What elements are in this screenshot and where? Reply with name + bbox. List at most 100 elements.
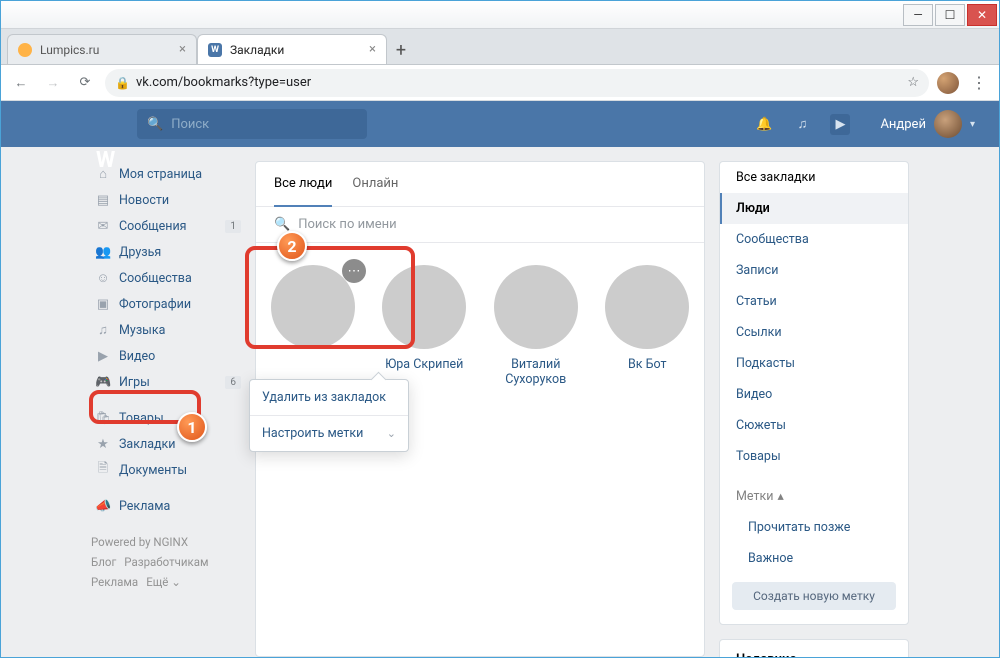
remove-from-bookmarks-item[interactable]: Удалить из закладок — [250, 380, 408, 415]
chevron-down-icon: ▾ — [970, 119, 975, 130]
vk-search-input[interactable]: 🔍 Поиск — [137, 109, 367, 139]
music-nav-icon: ♫ — [95, 322, 111, 338]
chevron-up-icon: ▴ — [777, 488, 783, 504]
new-tab-button[interactable]: + — [387, 36, 415, 64]
vk-user-menu[interactable]: Андрей ▾ — [880, 110, 975, 138]
reload-button[interactable]: ⟳ — [73, 71, 97, 95]
games-icon: 🎮 — [95, 375, 111, 390]
configure-tags-item[interactable]: Настроить метки⌄ — [250, 415, 408, 451]
username: Андрей — [880, 117, 926, 132]
filter-people[interactable]: Люди — [720, 193, 908, 224]
browser-tabstrip: Lumpics.ru × W Закладки × + — [1, 29, 999, 65]
filter-articles[interactable]: Статьи — [720, 286, 908, 317]
forward-button[interactable]: → — [41, 71, 65, 95]
sidebar-label: Документы — [119, 463, 187, 478]
browser-tab[interactable]: Lumpics.ru × — [7, 34, 197, 64]
address-bar[interactable]: 🔒 vk.com/bookmarks?type=user ☆ — [105, 69, 929, 97]
window-close-button[interactable]: ✕ — [967, 4, 997, 26]
sidebar-footer: Powered by NGINX БлогРазработчикам Рекла… — [91, 535, 241, 589]
tab-all-people[interactable]: Все люди — [274, 162, 332, 207]
chevron-down-icon: ⌄ — [387, 427, 396, 440]
player-icon[interactable]: ▶ — [830, 114, 850, 135]
person-card[interactable]: Виталий Сухоруков — [489, 265, 583, 387]
tab-close-icon[interactable]: × — [369, 42, 376, 57]
back-button[interactable]: ← — [9, 71, 33, 95]
annotation-number-1: 1 — [177, 412, 207, 442]
sidebar-item-photos[interactable]: ▣ Фотографии — [91, 291, 241, 317]
search-icon: 🔍 — [147, 117, 163, 132]
tab-close-icon[interactable]: × — [179, 42, 186, 57]
person-card[interactable]: ⋯ — [266, 265, 360, 387]
browser-profile-avatar[interactable] — [937, 72, 959, 94]
sidebar-item-games[interactable]: 🎮Игры6 — [91, 369, 241, 395]
filter-posts[interactable]: Записи — [720, 255, 908, 286]
filter-video[interactable]: Видео — [720, 379, 908, 410]
person-options-button[interactable]: ⋯ — [342, 259, 366, 283]
avatar — [271, 265, 355, 349]
sidebar-item-documents[interactable]: 🗎 Документы — [91, 457, 241, 483]
filter-panel: Все закладки Люди Сообщества Записи Стат… — [719, 161, 909, 625]
footer-link[interactable]: Реклама — [91, 575, 138, 589]
filter-communities[interactable]: Сообщества — [720, 224, 908, 255]
person-name: Вк Бот — [601, 357, 695, 372]
sidebar-label: Товары — [119, 411, 164, 426]
sidebar-label: Игры — [119, 375, 150, 390]
tab-online[interactable]: Онлайн — [352, 162, 398, 206]
person-card[interactable]: Юра Скрипей — [378, 265, 472, 387]
window-titlebar: — ☐ ✕ — [1, 1, 999, 29]
filter-products[interactable]: Товары — [720, 441, 908, 472]
person-context-menu: Удалить из закладок Настроить метки⌄ — [249, 379, 409, 452]
photos-icon: ▣ — [95, 297, 111, 312]
tab-title: Закладки — [230, 43, 284, 57]
notifications-icon[interactable]: 🔔 — [754, 117, 774, 132]
messages-icon: ✉ — [95, 219, 111, 234]
tag-item[interactable]: Прочитать позже — [720, 512, 908, 543]
filter-all-bookmarks[interactable]: Все закладки — [720, 162, 908, 193]
people-search-input[interactable]: 🔍 Поиск по имени — [256, 207, 704, 243]
sidebar-item-video[interactable]: ▶Видео — [91, 343, 241, 369]
search-placeholder: Поиск по имени — [298, 217, 396, 232]
sidebar-item-news[interactable]: ▤Новости — [91, 187, 241, 213]
market-icon: 🛍 — [95, 411, 111, 426]
url-text: vk.com/bookmarks?type=user — [136, 75, 311, 90]
sidebar-item-friends[interactable]: 👥Друзья — [91, 239, 241, 265]
menu-label: Удалить из закладок — [262, 390, 386, 405]
sidebar-label: Моя страница — [119, 167, 202, 182]
sidebar-item-profile[interactable]: ⌂Моя страница — [91, 161, 241, 187]
music-icon[interactable]: ♫ — [792, 116, 812, 132]
sidebar-item-market[interactable]: 🛍 Товары — [91, 405, 241, 431]
sidebar-label: Сообщества — [119, 271, 192, 286]
lock-icon: 🔒 — [115, 76, 130, 90]
filter-links[interactable]: Ссылки — [720, 317, 908, 348]
avatar — [605, 265, 689, 349]
tag-item[interactable]: Важное — [720, 543, 908, 574]
documents-icon: 🗎 — [95, 459, 111, 481]
footer-link[interactable]: Блог — [91, 555, 116, 569]
sidebar-item-groups[interactable]: ☺Сообщества — [91, 265, 241, 291]
sidebar-item-messages[interactable]: ✉Сообщения1 — [91, 213, 241, 239]
window-minimize-button[interactable]: — — [903, 4, 933, 26]
sidebar-item-bookmarks[interactable]: ★Закладки — [91, 431, 241, 457]
sidebar-label: Новости — [119, 193, 169, 208]
person-card[interactable]: Вк Бот — [601, 265, 695, 387]
tags-header[interactable]: Метки▴ — [720, 480, 908, 512]
filter-podcasts[interactable]: Подкасты — [720, 348, 908, 379]
sidebar-item-music[interactable]: ♫Музыка — [91, 317, 241, 343]
footer-link[interactable]: Разработчикам — [124, 555, 208, 569]
filter-stories[interactable]: Сюжеты — [720, 410, 908, 441]
bookmark-star-icon[interactable]: ☆ — [907, 75, 919, 90]
person-name: Виталий Сухоруков — [489, 357, 583, 387]
sidebar-label: Фотографии — [119, 297, 191, 312]
search-icon: 🔍 — [274, 217, 290, 232]
sidebar-item-ads[interactable]: 📣Реклама — [91, 493, 241, 519]
recent-title: Недавние — [720, 640, 908, 657]
create-tag-button[interactable]: Создать новую метку — [732, 582, 896, 610]
sidebar-label: Реклама — [119, 499, 170, 514]
sidebar-label: Сообщения — [119, 219, 187, 234]
browser-menu-button[interactable]: ⋮ — [967, 71, 991, 95]
window-maximize-button[interactable]: ☐ — [935, 4, 965, 26]
favicon-icon: W — [208, 43, 222, 57]
browser-tab[interactable]: W Закладки × — [197, 34, 387, 64]
footer-link[interactable]: Ещё ⌄ — [146, 575, 181, 589]
annotation-number-2: 2 — [277, 231, 307, 261]
